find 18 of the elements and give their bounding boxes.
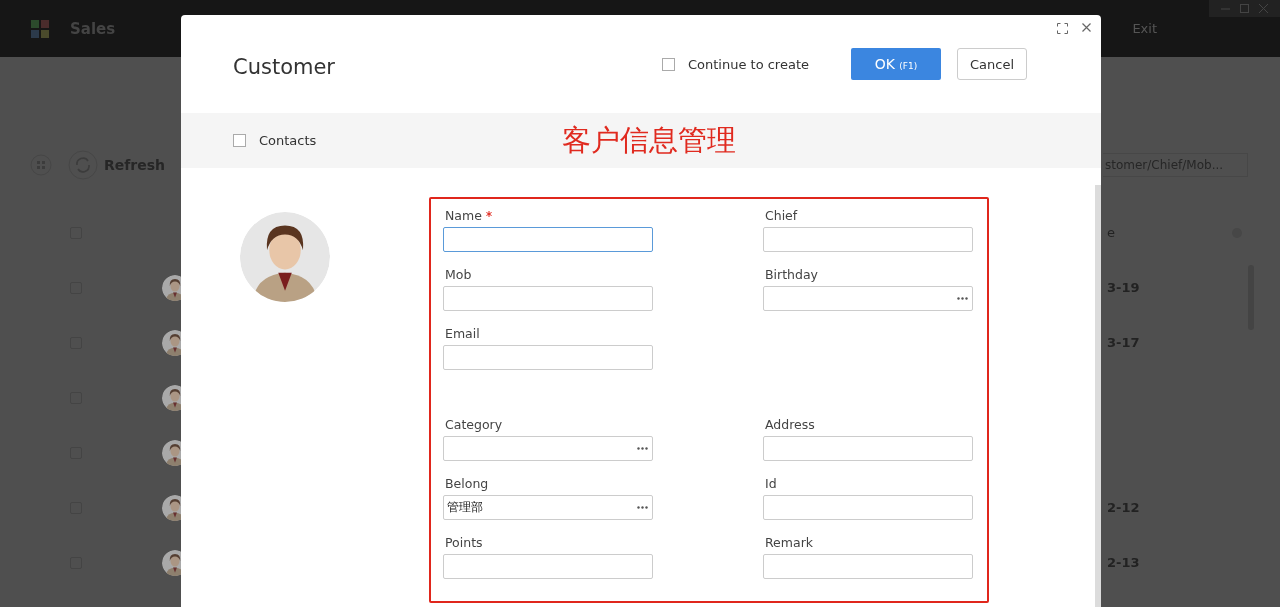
field-label: Email <box>445 326 480 340</box>
checkbox-label[interactable]: Contacts <box>259 133 317 148</box>
checkbox-label[interactable]: Continue to create <box>687 56 809 72</box>
field-label: Id <box>765 476 777 490</box>
field-label: Chief <box>765 208 798 222</box>
field-label: Address <box>765 417 815 431</box>
field-label: Belong <box>445 476 489 490</box>
banner-title: 客户信息管理 <box>562 121 737 159</box>
field-label: Name <box>445 208 482 222</box>
ok-button[interactable]: OK (F1) <box>851 48 941 80</box>
field-label: Remark <box>765 535 814 549</box>
field-label: Mob <box>445 267 472 281</box>
picker-field[interactable]: 管理部 <box>443 495 653 520</box>
field-label: Points <box>445 535 483 549</box>
cancel-button[interactable]: Cancel <box>957 48 1027 80</box>
field-label: Category <box>445 417 503 431</box>
field-label: Birthday <box>765 267 818 281</box>
dialog-title: Customer <box>233 55 336 79</box>
